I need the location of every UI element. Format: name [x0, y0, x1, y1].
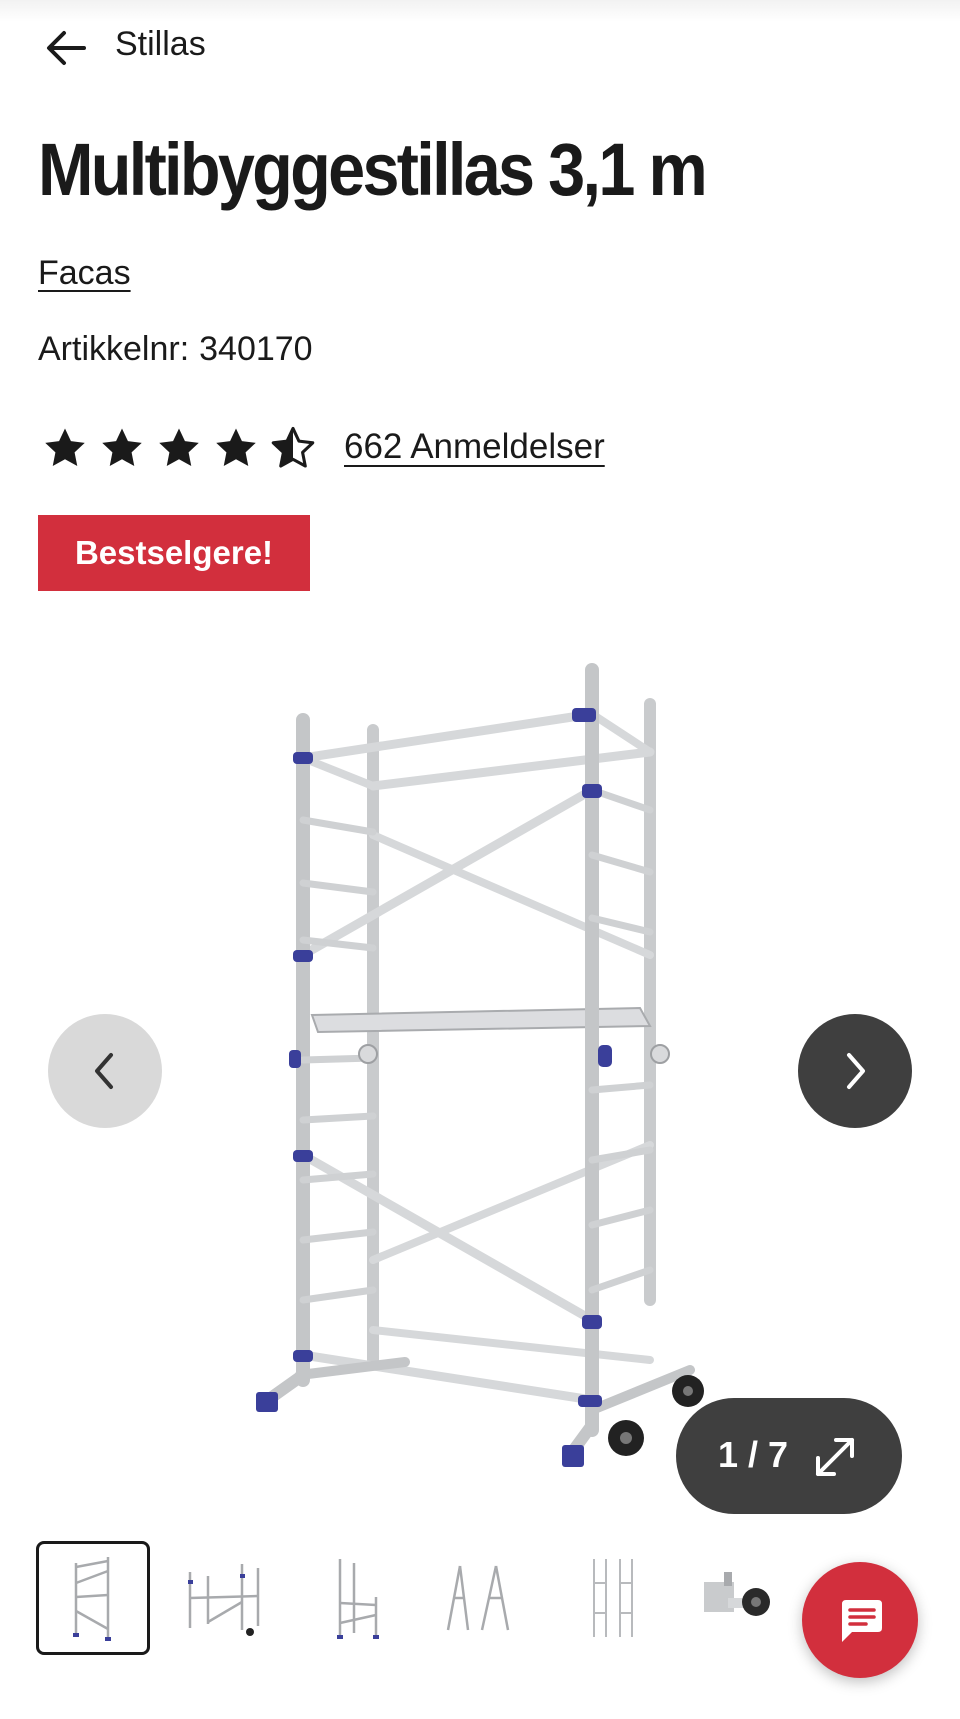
expand-icon — [816, 1438, 854, 1476]
thumbnail[interactable] — [556, 1541, 670, 1655]
star-full-icon — [159, 428, 199, 467]
gallery-counter-fullscreen-button[interactable]: 17 — [676, 1398, 902, 1514]
thumbnail-image — [446, 1565, 510, 1631]
thumbnail[interactable] — [36, 1541, 150, 1655]
rating-stars[interactable] — [42, 425, 316, 471]
top-bar: Stillas — [0, 0, 960, 90]
thumbnail-image — [337, 1559, 379, 1639]
thumbnail[interactable] — [686, 1541, 800, 1655]
star-full-icon — [216, 428, 256, 467]
gallery-next-button[interactable] — [798, 1014, 912, 1128]
star-full-icon — [45, 428, 85, 467]
thumbnail-image — [188, 1564, 260, 1636]
chevron-right-icon — [847, 1053, 865, 1089]
thumbnail-image — [73, 1557, 111, 1641]
thumbnail[interactable] — [426, 1541, 540, 1655]
chat-icon — [842, 1600, 882, 1642]
image-counter-current: 1 — [718, 1434, 768, 1475]
thumbnail-strip — [36, 1541, 936, 1661]
product-title: Multibyggestillas 3,1 m — [38, 128, 708, 211]
breadcrumb-category[interactable]: Stillas — [115, 25, 206, 64]
article-number-label: Artikkelnr: — [38, 330, 190, 368]
article-number: Artikkelnr: 340170 — [38, 330, 313, 369]
thumbnail-image — [704, 1572, 770, 1616]
star-full-icon — [102, 428, 142, 467]
thumbnail[interactable] — [296, 1541, 410, 1655]
brand-link[interactable]: Facas — [38, 254, 131, 293]
bestseller-badge: Bestselgere! — [38, 515, 310, 591]
star-half-icon — [271, 426, 315, 468]
article-number-value: 340170 — [199, 330, 313, 368]
reviews-link[interactable]: 662 Anmeldelser — [344, 427, 605, 467]
thumbnail-image — [593, 1559, 633, 1637]
chat-button[interactable] — [802, 1562, 918, 1678]
chevron-left-icon — [95, 1053, 113, 1089]
thumbnail[interactable] — [166, 1541, 280, 1655]
arrow-left-icon[interactable] — [44, 28, 88, 68]
image-counter: 17 — [718, 1434, 788, 1476]
image-counter-total: 7 — [768, 1434, 789, 1475]
gallery-prev-button[interactable] — [48, 1014, 162, 1128]
